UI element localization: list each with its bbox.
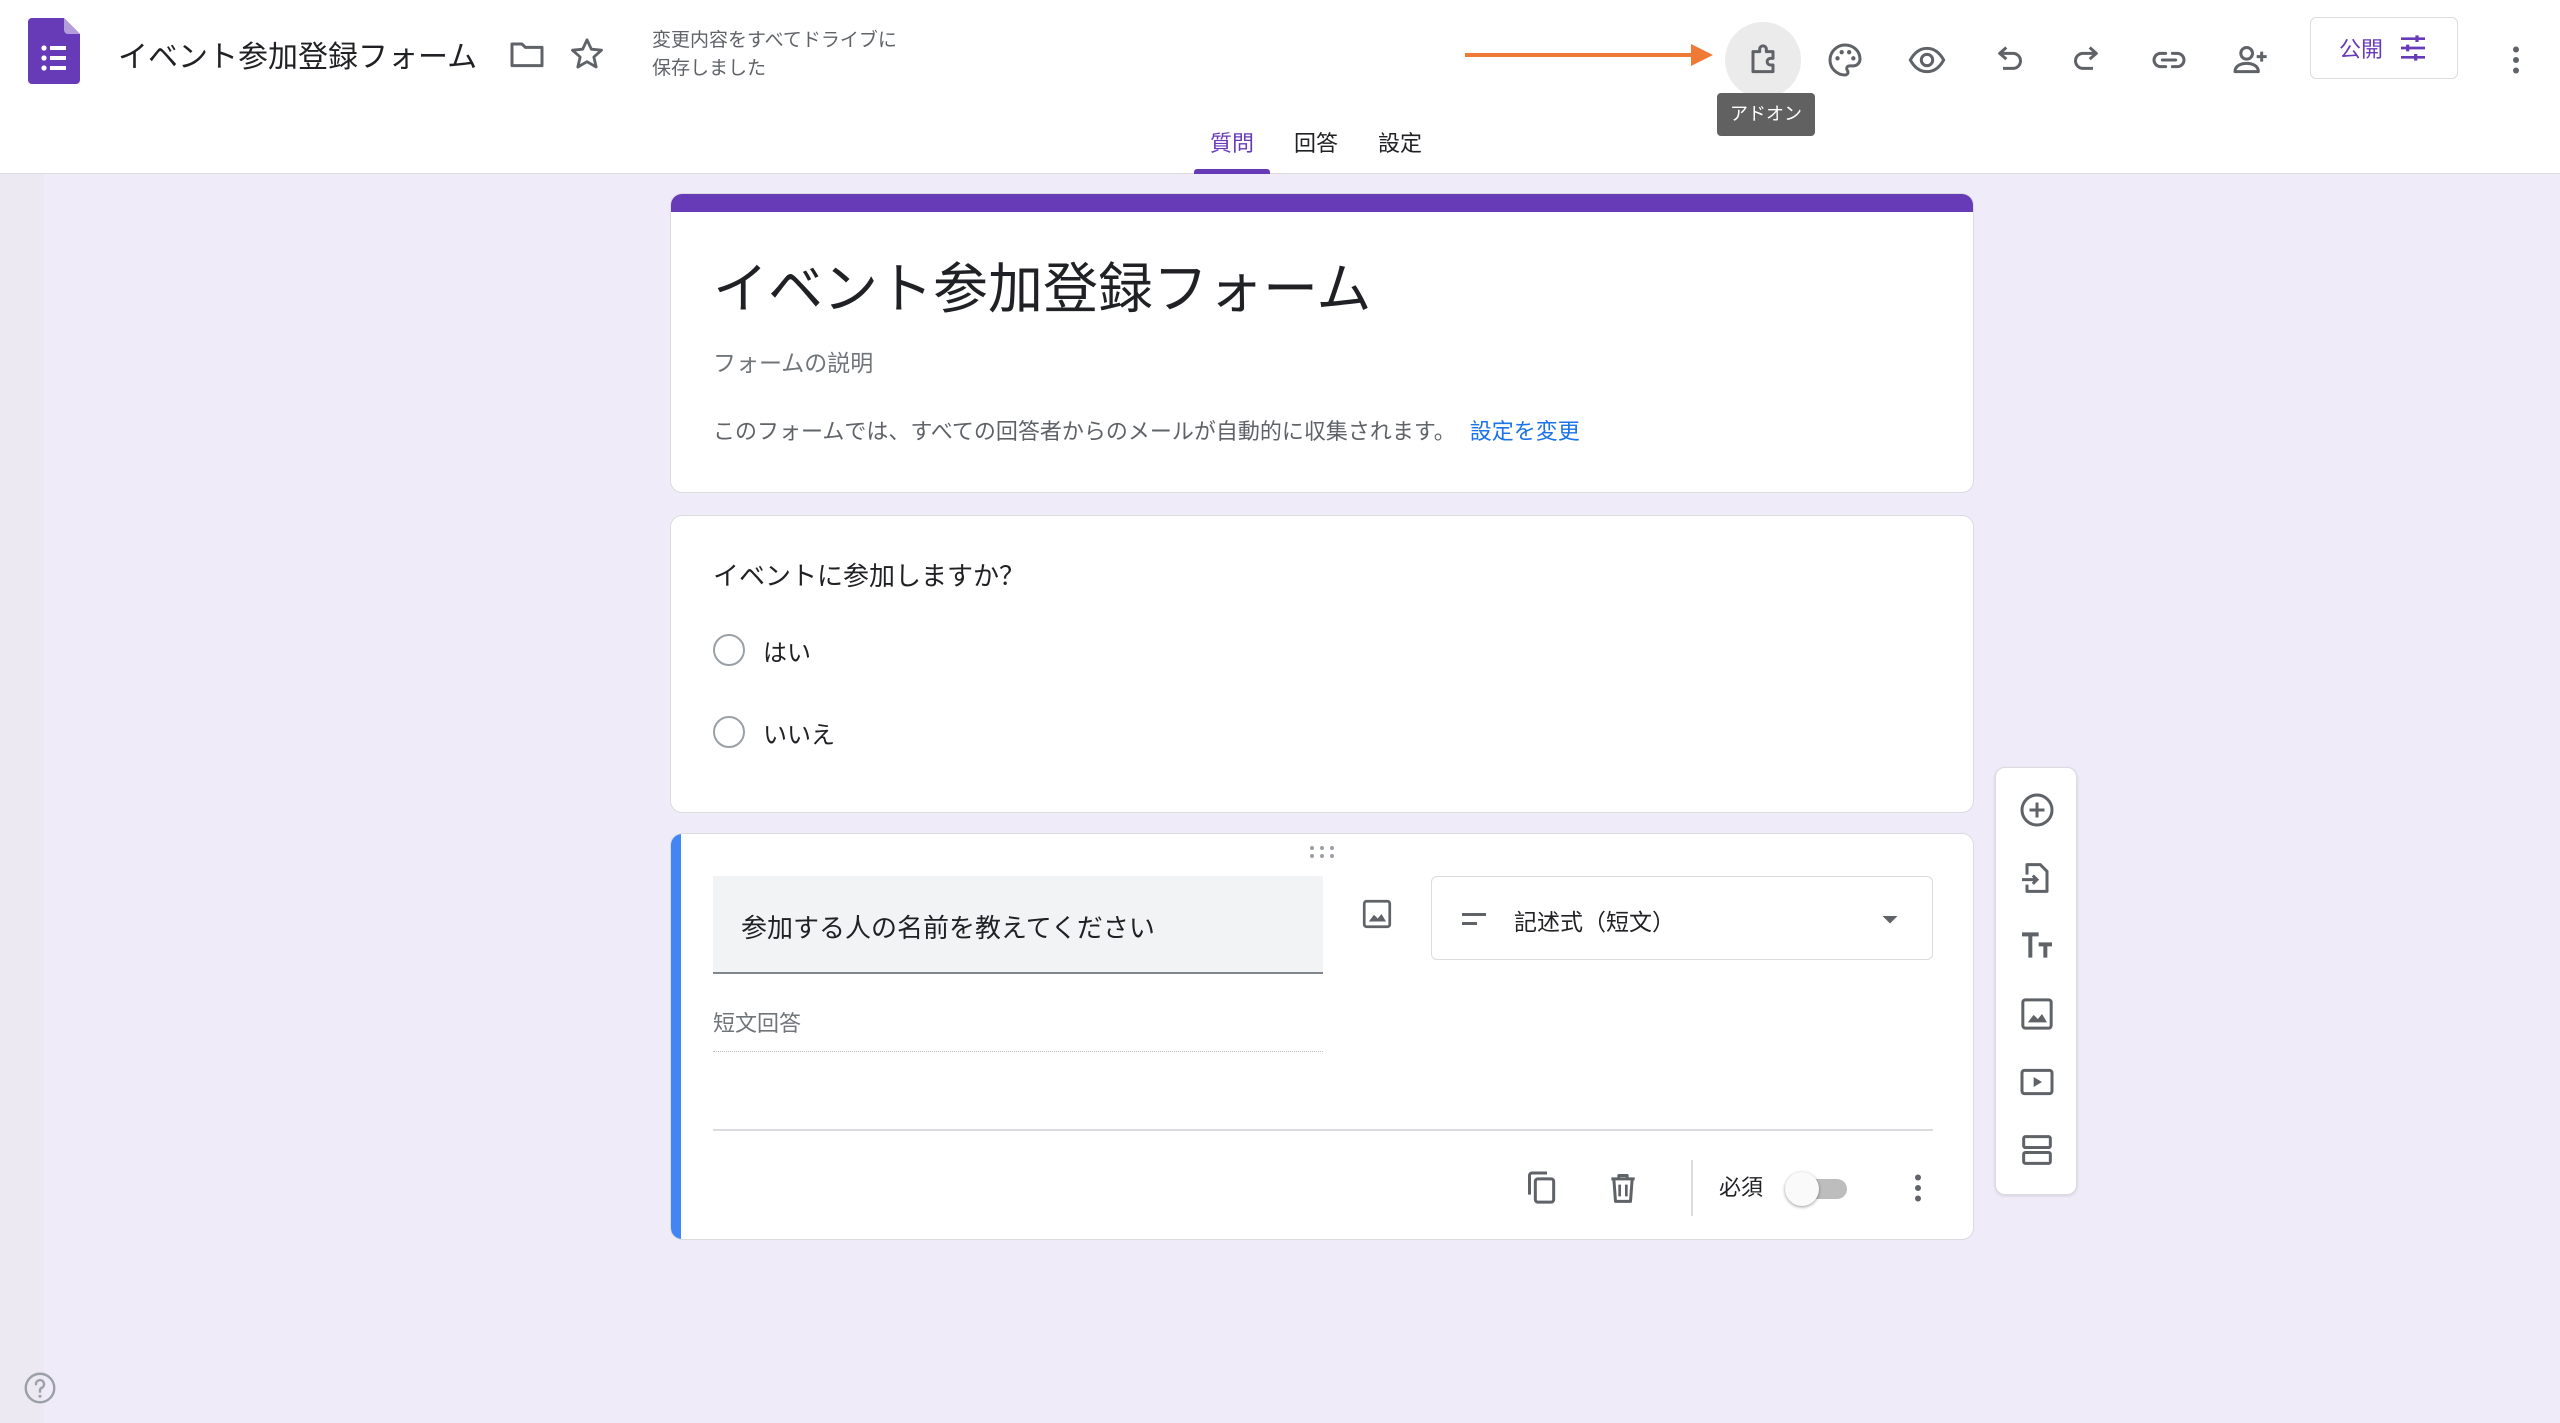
annotation-arrow xyxy=(1465,44,1713,66)
tooltip-addon: アドオン xyxy=(1717,93,1815,136)
footer-separator xyxy=(1691,1160,1693,1216)
publish-button[interactable]: 公開 xyxy=(2310,17,2458,79)
tab-bar: 質問 回答 設定 xyxy=(1190,120,1442,174)
publish-label: 公開 xyxy=(2338,38,2383,63)
question-card[interactable]: イベントに参加しますか？ はい いいえ xyxy=(670,515,1974,813)
radio-button[interactable] xyxy=(713,634,745,666)
folder-icon[interactable] xyxy=(507,34,547,74)
form-title[interactable]: イベント参加登録フォーム xyxy=(713,244,1371,324)
required-label: 必須 xyxy=(1719,1176,1764,1201)
top-bar: イベント参加登録フォーム 変更内容をすべてドライブに 保存しました 公開 アドオ… xyxy=(0,0,2560,174)
short-text-icon xyxy=(1462,913,1486,925)
help-icon[interactable] xyxy=(22,1370,58,1406)
email-note-text: このフォームでは、すべての回答者からのメールが自動的に収集されます。 xyxy=(713,420,1456,445)
redo-icon xyxy=(2074,46,2098,70)
undo-icon xyxy=(1998,46,2022,70)
redo-button[interactable] xyxy=(2050,22,2126,98)
add-question-button[interactable] xyxy=(2009,782,2065,838)
tab-settings[interactable]: 設定 xyxy=(1358,120,1442,174)
drag-handle-icon[interactable] xyxy=(1307,844,1337,860)
preview-icon xyxy=(1908,46,1946,74)
palette-icon xyxy=(1828,43,1862,77)
active-indicator xyxy=(671,834,681,1239)
addon-icon xyxy=(1751,44,1775,74)
save-status: 変更内容をすべてドライブに 保存しました xyxy=(652,29,897,79)
toggle-thumb xyxy=(1785,1172,1819,1206)
active-question-card[interactable]: 参加する人の名前を教えてください 記述式（短文） 短文回答 必須 xyxy=(670,833,1974,1240)
more-options-button[interactable] xyxy=(2494,22,2538,98)
form-description-field[interactable]: フォームの説明 xyxy=(713,344,873,378)
more-vert-icon xyxy=(2513,46,2519,74)
add-image-button[interactable] xyxy=(1355,892,1399,936)
change-settings-link[interactable]: 設定を変更 xyxy=(1470,420,1580,445)
option-label: いいえ xyxy=(763,720,835,749)
add-title-icon xyxy=(2022,932,2052,958)
add-section-button[interactable] xyxy=(2009,1122,2065,1178)
link-icon xyxy=(2152,51,2186,69)
question-type-dropdown[interactable]: 記述式（短文） xyxy=(1431,876,1933,960)
tab-questions[interactable]: 質問 xyxy=(1190,120,1274,174)
preview-button[interactable] xyxy=(1889,22,1965,98)
floating-toolbar xyxy=(1995,767,2077,1195)
add-collaborator-button[interactable] xyxy=(2212,22,2288,98)
copy-link-button[interactable] xyxy=(2131,22,2207,98)
question-type-label: 記述式（短文） xyxy=(1514,910,1675,936)
image-icon xyxy=(1362,899,1392,929)
more-vert-icon xyxy=(1915,1174,1921,1202)
addon-button[interactable] xyxy=(1725,22,1801,98)
forms-logo-icon[interactable] xyxy=(28,18,80,84)
radio-option[interactable]: はい xyxy=(713,630,811,670)
copy-icon xyxy=(1528,1171,1556,1204)
add-image-icon xyxy=(2021,998,2053,1030)
add-video-icon xyxy=(2020,1068,2054,1096)
import-questions-button[interactable] xyxy=(2009,850,2065,906)
add-collaborator-icon xyxy=(2233,46,2267,74)
add-video-button[interactable] xyxy=(2009,1054,2065,1110)
star-icon[interactable] xyxy=(567,34,607,74)
radio-option[interactable]: いいえ xyxy=(713,712,835,752)
question-title-text: 参加する人の名前を教えてください xyxy=(741,914,1155,944)
add-section-icon xyxy=(2022,1135,2052,1165)
dropdown-arrow-icon xyxy=(1882,916,1898,924)
document-title[interactable]: イベント参加登録フォーム xyxy=(118,32,477,76)
left-margin xyxy=(0,174,44,1423)
required-toggle[interactable] xyxy=(1785,1172,1849,1206)
theme-button[interactable] xyxy=(1807,22,1883,98)
header-accent-band xyxy=(671,194,1973,212)
delete-button[interactable] xyxy=(1595,1160,1651,1216)
tab-responses[interactable]: 回答 xyxy=(1274,120,1358,174)
trash-icon xyxy=(1611,1174,1635,1203)
email-collection-note: このフォームでは、すべての回答者からのメールが自動的に収集されます。 設定を変更 xyxy=(713,414,1580,446)
question-title: イベントに参加しますか？ xyxy=(713,562,1026,592)
undo-button[interactable] xyxy=(1970,22,2046,98)
tune-icon xyxy=(2401,35,2425,61)
form-header-card[interactable]: イベント参加登録フォーム フォームの説明 このフォームでは、すべての回答者からの… xyxy=(670,193,1974,493)
add-question-icon xyxy=(2020,793,2054,827)
footer-divider xyxy=(713,1129,1933,1131)
short-answer-placeholder: 短文回答 xyxy=(713,1006,1323,1052)
question-title-input[interactable]: 参加する人の名前を教えてください xyxy=(713,876,1323,974)
duplicate-button[interactable] xyxy=(1514,1160,1570,1216)
import-questions-icon xyxy=(2022,863,2049,893)
add-image-button-side[interactable] xyxy=(2009,986,2065,1042)
add-title-button[interactable] xyxy=(2009,918,2065,974)
question-more-button[interactable] xyxy=(1890,1160,1946,1216)
option-label: はい xyxy=(763,638,811,667)
radio-button[interactable] xyxy=(713,716,745,748)
